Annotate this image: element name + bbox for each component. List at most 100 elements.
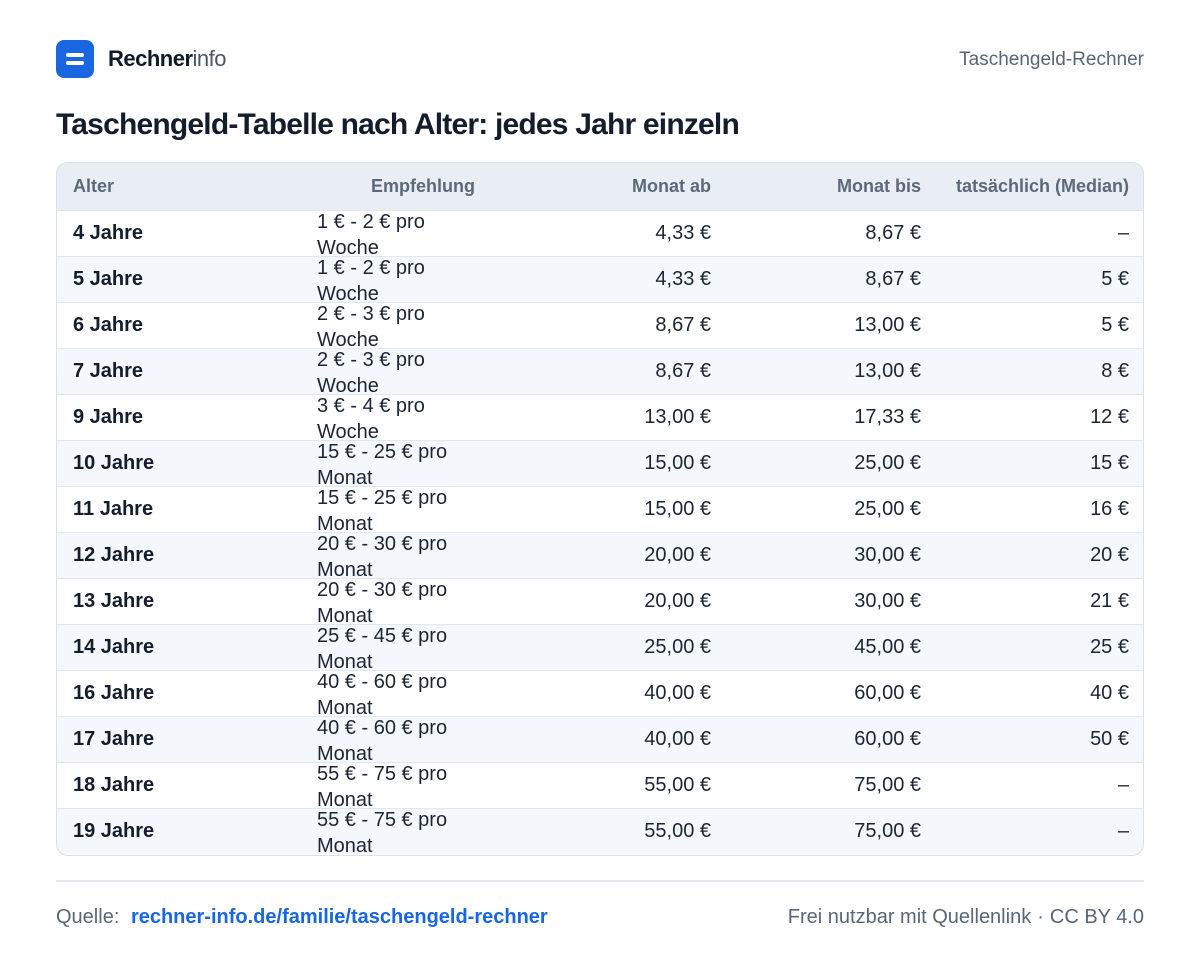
cell-age: 16 Jahre bbox=[73, 681, 155, 704]
cell-month-from: 13,00 € bbox=[644, 405, 711, 428]
recommendation-text: 20 € - 30 € pro Monat bbox=[317, 578, 448, 627]
pocket-money-table: Alter Empfehlung Monat ab Monat bis tats… bbox=[56, 162, 1144, 856]
column-header-median: tatsächlich (Median) bbox=[955, 175, 1129, 196]
column-header-month-to: Monat bis bbox=[837, 175, 921, 196]
cell-month-from: 20,00 € bbox=[644, 543, 711, 566]
cell-recommendation: 25 € - 45 € pro Monat bbox=[283, 624, 563, 673]
recommendation-text: 15 € - 25 € pro Monat bbox=[317, 486, 448, 535]
cell-median: – bbox=[1117, 819, 1129, 842]
cell-month-to: 8,67 € bbox=[865, 221, 921, 244]
cell-month-to: 75,00 € bbox=[854, 819, 921, 842]
logo-icon[interactable] bbox=[56, 40, 94, 78]
cell-month-to: 25,00 € bbox=[854, 497, 921, 520]
cell-median: 12 € bbox=[1090, 405, 1129, 428]
cell-median: 25 € bbox=[1090, 635, 1129, 658]
cell-median: 20 € bbox=[1090, 543, 1129, 566]
cell-month-from: 8,67 € bbox=[655, 359, 711, 382]
cell-age: 4 Jahre bbox=[73, 221, 144, 244]
license-name: CC BY 4.0 bbox=[1049, 906, 1144, 928]
license-note: Frei nutzbar mit Quellenlink · CC BY 4.0 bbox=[788, 906, 1144, 929]
logo-bar-top bbox=[66, 53, 84, 57]
cell-median: 15 € bbox=[1090, 451, 1129, 474]
recommendation-text: 1 € - 2 € pro Woche bbox=[317, 210, 425, 259]
cell-month-from: 55,00 € bbox=[644, 773, 711, 796]
cell-month-from: 4,33 € bbox=[655, 221, 711, 244]
source-link[interactable]: rechner-info.de/familie/taschengeld-rech… bbox=[131, 906, 548, 928]
recommendation-text: 2 € - 3 € pro Woche bbox=[317, 348, 425, 397]
recommendation-text: 55 € - 75 € pro Monat bbox=[317, 762, 448, 811]
table-row: 7 Jahre 2 € - 3 € pro Woche 8,67 € 13,00 € 8… bbox=[57, 348, 1143, 397]
site-header: Rechnerinfo Taschengeld-Rechner bbox=[56, 40, 1144, 78]
column-header-recommendation: Empfehlung bbox=[371, 175, 475, 196]
cell-recommendation: 20 € - 30 € pro Monat bbox=[283, 532, 563, 581]
table-row: 4 Jahre 1 € - 2 € pro Woche 4,33 € 8,67 € – bbox=[57, 210, 1143, 259]
header-page-label: Taschengeld-Rechner bbox=[959, 49, 1144, 70]
cell-age: 10 Jahre bbox=[73, 451, 155, 474]
cell-month-from: 20,00 € bbox=[644, 589, 711, 612]
cell-recommendation: 55 € - 75 € pro Monat bbox=[283, 762, 563, 811]
recommendation-text: 2 € - 3 € pro Woche bbox=[317, 302, 425, 351]
cell-month-from: 15,00 € bbox=[644, 497, 711, 520]
cell-median: – bbox=[1117, 221, 1129, 244]
recommendation-text: 25 € - 45 € pro Monat bbox=[317, 624, 448, 673]
table-row: 14 Jahre 25 € - 45 € pro Monat 25,00 € 45,0… bbox=[57, 624, 1143, 673]
brand-name-strong: Rechner bbox=[108, 46, 193, 71]
cell-recommendation: 1 € - 2 € pro Woche bbox=[283, 256, 563, 305]
cell-recommendation: 40 € - 60 € pro Monat bbox=[283, 716, 563, 765]
cell-month-to: 30,00 € bbox=[854, 543, 921, 566]
cell-month-to: 30,00 € bbox=[854, 589, 921, 612]
cell-month-from: 40,00 € bbox=[644, 681, 711, 704]
recommendation-text: 20 € - 30 € pro Monat bbox=[317, 532, 448, 581]
license-text: Frei nutzbar mit Quellenlink bbox=[787, 906, 1032, 928]
cell-month-from: 4,33 € bbox=[655, 267, 711, 290]
cell-age: 9 Jahre bbox=[73, 405, 144, 428]
column-header-age: Alter bbox=[73, 175, 115, 196]
cell-month-from: 15,00 € bbox=[644, 451, 711, 474]
cell-median: 8 € bbox=[1101, 359, 1129, 382]
cell-median: 21 € bbox=[1090, 589, 1129, 612]
cell-age: 17 Jahre bbox=[73, 727, 155, 750]
cell-recommendation: 20 € - 30 € pro Monat bbox=[283, 578, 563, 627]
cell-recommendation: 2 € - 3 € pro Woche bbox=[283, 302, 563, 351]
cell-month-from: 40,00 € bbox=[644, 727, 711, 750]
table-row: 11 Jahre 15 € - 25 € pro Monat 15,00 € 25,0… bbox=[57, 486, 1143, 535]
cell-age: 14 Jahre bbox=[73, 635, 155, 658]
cell-median: – bbox=[1117, 773, 1129, 796]
cell-age: 7 Jahre bbox=[73, 359, 144, 382]
table-row: 12 Jahre 20 € - 30 € pro Monat 20,00 € 30,0… bbox=[57, 532, 1143, 581]
cell-month-to: 13,00 € bbox=[854, 313, 921, 336]
table-row: 17 Jahre 40 € - 60 € pro Monat 40,00 € 60,0… bbox=[57, 716, 1143, 765]
footer-divider bbox=[56, 880, 1144, 882]
cell-month-to: 13,00 € bbox=[854, 359, 921, 382]
license-separator: · bbox=[1037, 906, 1044, 928]
cell-age: 18 Jahre bbox=[73, 773, 155, 796]
cell-recommendation: 3 € - 4 € pro Woche bbox=[283, 394, 563, 443]
recommendation-text: 40 € - 60 € pro Monat bbox=[317, 670, 448, 719]
cell-age: 12 Jahre bbox=[73, 543, 155, 566]
table-row: 5 Jahre 1 € - 2 € pro Woche 4,33 € 8,67 € 5 … bbox=[57, 256, 1143, 305]
cell-month-to: 17,33 € bbox=[854, 405, 921, 428]
cell-age: 13 Jahre bbox=[73, 589, 155, 612]
cell-month-to: 75,00 € bbox=[854, 773, 921, 796]
cell-recommendation: 2 € - 3 € pro Woche bbox=[283, 348, 563, 397]
recommendation-text: 1 € - 2 € pro Woche bbox=[317, 256, 425, 305]
brand-name[interactable]: Rechnerinfo bbox=[108, 46, 227, 71]
cell-age: 5 Jahre bbox=[73, 267, 144, 290]
cell-month-from: 55,00 € bbox=[644, 819, 711, 842]
cell-median: 40 € bbox=[1090, 681, 1129, 704]
recommendation-text: 15 € - 25 € pro Monat bbox=[317, 440, 448, 489]
cell-recommendation: 40 € - 60 € pro Monat bbox=[283, 670, 563, 719]
recommendation-text: 55 € - 75 € pro Monat bbox=[317, 808, 448, 856]
cell-month-to: 8,67 € bbox=[865, 267, 921, 290]
table-row: 9 Jahre 3 € - 4 € pro Woche 13,00 € 17,33 €… bbox=[57, 394, 1143, 443]
cell-median: 16 € bbox=[1090, 497, 1129, 520]
cell-month-to: 60,00 € bbox=[854, 681, 921, 704]
cell-month-to: 60,00 € bbox=[854, 727, 921, 750]
cell-recommendation: 15 € - 25 € pro Monat bbox=[283, 440, 563, 489]
cell-month-from: 25,00 € bbox=[644, 635, 711, 658]
cell-age: 6 Jahre bbox=[73, 313, 144, 336]
cell-median: 5 € bbox=[1101, 313, 1129, 336]
table-row: 19 Jahre 55 € - 75 € pro Monat 55,00 € 75,0… bbox=[57, 808, 1143, 856]
table-row: 18 Jahre 55 € - 75 € pro Monat 55,00 € 75,0… bbox=[57, 762, 1143, 811]
table-row: 16 Jahre 40 € - 60 € pro Monat 40,00 € 60,0… bbox=[57, 670, 1143, 719]
